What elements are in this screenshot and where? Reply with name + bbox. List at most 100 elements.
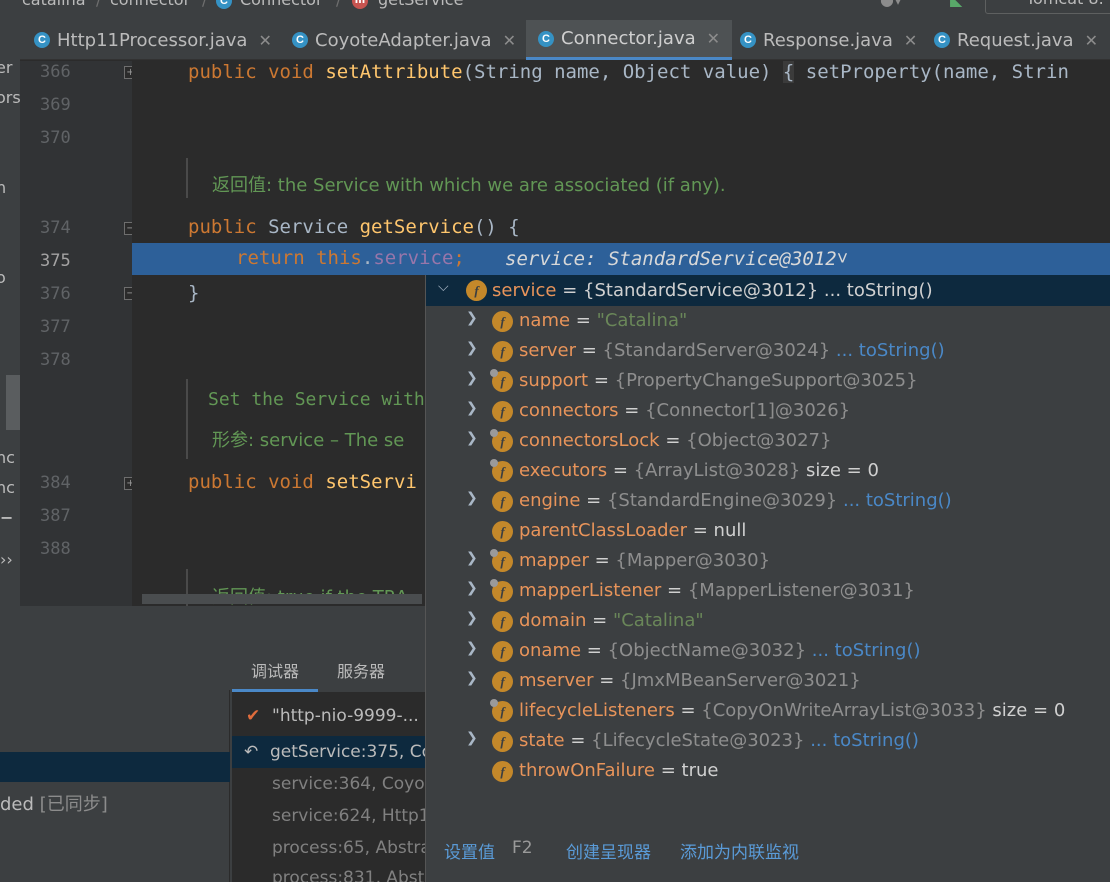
field-row-engine[interactable]: ❯ f engine = {StandardEngine@3029} ... toS… <box>426 486 1110 516</box>
create-renderer-link[interactable]: 创建呈现器 <box>566 838 651 863</box>
close-icon[interactable]: ✕ <box>503 31 516 50</box>
tostring-link[interactable]: ... toString() <box>810 730 919 751</box>
method-icon: m <box>352 0 368 9</box>
field-row-executors[interactable]: f executors = {ArrayList@3028} size = 0 <box>426 456 1110 486</box>
tostring-link[interactable]: ... toString() <box>812 640 921 661</box>
frame-item[interactable]: service:364, Coyot <box>232 768 432 800</box>
field-row-oname[interactable]: ❯ f oname = {ObjectName@3032} ... toString… <box>426 636 1110 666</box>
field-row-name[interactable]: ❯ f name = "Catalina" <box>426 306 1110 336</box>
chevron-right-icon[interactable]: ❯ <box>466 400 478 416</box>
user-icon[interactable]: ●▾ <box>880 0 902 9</box>
field-name: support <box>519 370 589 391</box>
thread-selection[interactable] <box>0 752 230 782</box>
set-value-shortcut: F2 <box>512 838 533 858</box>
class-icon: C <box>934 32 950 48</box>
line-number: 375 <box>40 251 71 271</box>
field-row-support[interactable]: ❯ f support = {PropertyChangeSupport@3025} <box>426 366 1110 396</box>
field-row-domain[interactable]: ❯ f domain = "Catalina" <box>426 606 1110 636</box>
line-number: 384 <box>40 473 71 493</box>
line-gutter[interactable]: 366 369 370 374 375 376 377 378 384 387 … <box>20 61 132 606</box>
tab-debugger[interactable]: 调试器 <box>232 652 318 692</box>
tostring-link[interactable]: ... toString() <box>836 340 945 361</box>
field-row-lifecyclelisteners[interactable]: f lifecycleListeners = {CopyOnWriteArrayL… <box>426 696 1110 726</box>
tab-http11processor[interactable]: C Http11Processor.java ✕ <box>34 20 272 60</box>
field-icon: f <box>490 579 513 602</box>
breadcrumb-item-getservice[interactable]: getService <box>378 0 463 9</box>
tab-request[interactable]: C Request.java ✕ <box>934 20 1098 60</box>
frame-item[interactable]: process:65, Abstra <box>232 832 432 864</box>
left-panel-text: er <box>0 58 13 77</box>
field-row-parentclassloader[interactable]: f parentClassLoader = null <box>426 516 1110 546</box>
return-icon: ↶ <box>244 742 259 762</box>
field-row-server[interactable]: ❯ f server = {StandardServer@3024} ... toS… <box>426 336 1110 366</box>
doc-comment: Set the Service with w <box>208 389 447 410</box>
left-panel-strip: er ors n o nc nc − ›› <box>0 20 20 610</box>
chevron-right-icon[interactable]: ❯ <box>466 730 478 746</box>
line-number: 388 <box>40 539 71 559</box>
size-label: size = 0 <box>806 460 879 481</box>
field-row-mapper[interactable]: ❯ f mapper = {Mapper@3030} <box>426 546 1110 576</box>
line-number: 387 <box>40 506 71 526</box>
chevron-right-icon[interactable]: ❯ <box>466 640 478 656</box>
field-row-mserver[interactable]: ❯ f mserver = {JmxMBeanServer@3021} <box>426 666 1110 696</box>
field-row-state[interactable]: ❯ f state = {LifecycleState@3023} ... toSt… <box>426 726 1110 756</box>
add-inline-watch-link[interactable]: 添加为内联监视 <box>680 838 799 863</box>
run-config-label: Tomcat 8. <box>1026 0 1104 8</box>
inline-debug-value[interactable]: service: StandardService@3012˅ <box>505 248 848 271</box>
build-icon[interactable]: ◣ <box>950 0 962 9</box>
frame-item[interactable]: service:624, Http1 <box>232 800 432 832</box>
chevron-right-icon[interactable]: ❯ <box>466 670 478 686</box>
tab-server[interactable]: 服务器 <box>318 652 404 692</box>
horizontal-scrollbar[interactable] <box>142 594 422 604</box>
chevron-down-icon[interactable]: ⌵ <box>438 279 449 295</box>
scrollbar[interactable] <box>6 375 20 430</box>
breadcrumb-item-catalina[interactable]: catalina <box>22 0 86 9</box>
chevron-right-icon[interactable]: ❯ <box>466 310 478 326</box>
field-value: "Catalina" <box>612 610 704 631</box>
chevron-right-icon[interactable]: ❯ <box>466 610 478 626</box>
close-icon[interactable]: ✕ <box>707 29 720 48</box>
tab-response[interactable]: C Response.java ✕ <box>740 20 917 60</box>
size-label: size = 0 <box>992 700 1066 721</box>
breadcrumb-item-connector[interactable]: connector <box>110 0 190 9</box>
tab-label: CoyoteAdapter.java <box>315 29 492 51</box>
editor-tabs: C Http11Processor.java ✕ C CoyoteAdapter… <box>20 20 1110 60</box>
variable-inspector-popup: ⌵ f service = {StandardService@3012} ...… <box>425 275 1110 882</box>
class-icon: C <box>740 32 756 48</box>
field-row-connectors[interactable]: ❯ f connectors = {Connector[1]@3026} <box>426 396 1110 426</box>
chevron-right-icon[interactable]: ❯ <box>466 370 478 386</box>
set-value-link[interactable]: 设置值 <box>444 838 495 863</box>
close-icon[interactable]: ✕ <box>904 31 917 50</box>
chevron-right-icon[interactable]: ❯ <box>466 580 478 596</box>
chevron-right-icon[interactable]: ❯ <box>466 490 478 506</box>
field-name: throwOnFailure <box>519 760 656 781</box>
field-icon: f <box>492 311 513 332</box>
minimize-icon[interactable]: − <box>0 508 13 527</box>
frame-item[interactable]: process:831, AbstractProtocol$Connection… <box>232 862 432 882</box>
left-panel-text: o <box>0 268 6 287</box>
tab-label: Http11Processor.java <box>57 29 248 51</box>
close-icon[interactable]: ✕ <box>258 31 271 50</box>
more-icon[interactable]: ›› <box>0 550 13 569</box>
chevron-right-icon[interactable]: ❯ <box>466 550 478 566</box>
close-icon[interactable]: ✕ <box>1085 31 1098 50</box>
left-panel-text: ors <box>0 88 20 107</box>
tostring-link[interactable]: ... toString() <box>843 490 952 511</box>
field-row-throwonfailure[interactable]: f throwOnFailure = true <box>426 756 1110 786</box>
tab-coyoteadapter[interactable]: C CoyoteAdapter.java ✕ <box>292 20 516 60</box>
tab-connector[interactable]: C Connector.java ✕ <box>526 20 733 60</box>
field-row-connectorslock[interactable]: ❯ f connectorsLock = {Object@3027} <box>426 426 1110 456</box>
popup-root-row[interactable]: ⌵ f service = {StandardService@3012} ...… <box>426 275 1110 306</box>
tab-label: Request.java <box>957 29 1074 51</box>
field-value: {JmxMBeanServer@3021} <box>620 670 861 691</box>
chevron-right-icon[interactable]: ❯ <box>466 430 478 446</box>
frame-item-selected[interactable]: ↶ getService:375, Co <box>232 736 432 768</box>
chevron-right-icon[interactable]: ❯ <box>466 340 478 356</box>
frame-thread[interactable]: ✔ "http-nio-9999-... <box>232 700 432 732</box>
field-row-mapperlistener[interactable]: ❯ f mapperListener = {MapperListener@3031} <box>426 576 1110 606</box>
run-config-select[interactable]: Tomcat 8. <box>985 0 1110 14</box>
field-text: throwOnFailure = true <box>519 760 719 781</box>
breadcrumb-item-connector-class[interactable]: Connector <box>240 0 323 9</box>
line-number: 370 <box>40 128 71 148</box>
field-icon: f <box>492 611 513 632</box>
